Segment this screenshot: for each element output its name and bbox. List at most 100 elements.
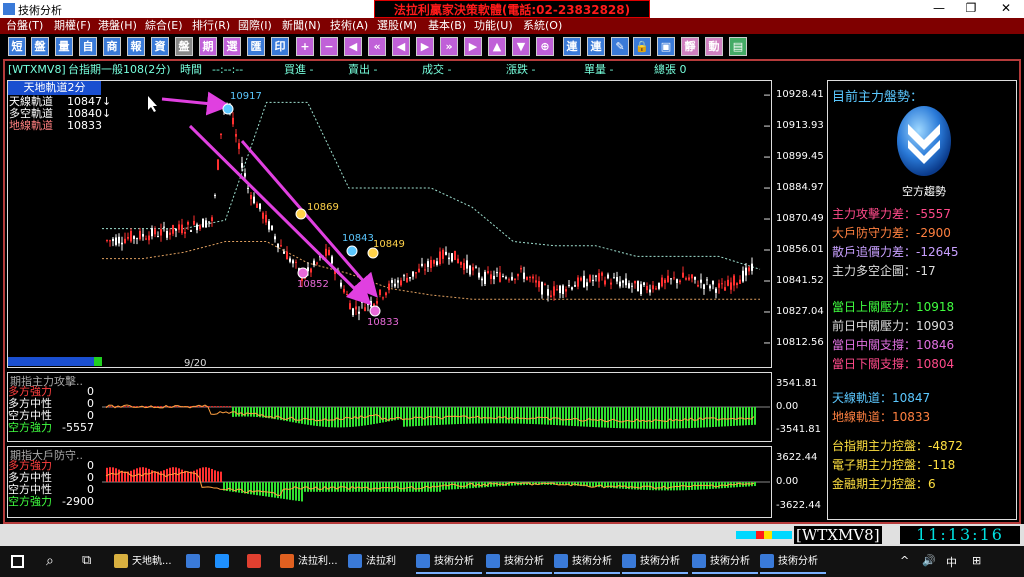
toolbar-button[interactable]: ✎ [611, 37, 629, 56]
toolbar-button[interactable]: 報 [127, 37, 145, 56]
toolbar-button[interactable]: 自 [79, 37, 97, 56]
toolbar-button[interactable]: 資 [151, 37, 169, 56]
tray-icon[interactable]: 🔊 [922, 554, 936, 567]
histogram-bar [325, 407, 327, 427]
taskbar-item[interactable]: 技術分析 [692, 552, 758, 574]
histogram-bar [253, 482, 255, 495]
minimize-button[interactable]: — [925, 1, 953, 15]
menu-item[interactable]: 排行(R) [192, 18, 230, 34]
attack-panel-values: 多方強力 0 多方中性 0 空方中性 0 空方強力 -5557 [8, 386, 100, 434]
histogram-bar [679, 407, 681, 429]
toolbar-button[interactable]: 商 [103, 37, 121, 56]
toolbar-button[interactable]: 靜 [681, 37, 699, 56]
panel-row-name: 空方強力 [8, 495, 52, 508]
tray-icon[interactable]: ^ [900, 554, 909, 567]
annotation-label: 10833 [367, 317, 399, 328]
toolbar-button[interactable]: ▤ [729, 37, 747, 56]
menu-item[interactable]: 國際(I) [238, 18, 272, 34]
taskbar-item[interactable] [247, 552, 273, 574]
toolbar-button[interactable]: − [320, 37, 338, 56]
menu-item[interactable]: 港盤(H) [98, 18, 137, 34]
contract-name: 台指期一般108(2分) [68, 63, 171, 76]
taskbar-item[interactable]: 技術分析 [486, 552, 552, 574]
toolbar-button[interactable]: ▶ [416, 37, 434, 56]
candle-body [718, 283, 720, 288]
time-label: 時間 [180, 63, 202, 76]
toolbar-button[interactable]: 盤 [175, 37, 193, 56]
candle-body [169, 232, 171, 235]
taskbar-item[interactable]: 技術分析 [554, 552, 620, 574]
taskbar-item[interactable]: 天地軌... [114, 552, 178, 574]
candle-body [508, 279, 510, 281]
toolbar-button[interactable]: ▲ [488, 37, 506, 56]
toolbar-button[interactable]: ▶ [464, 37, 482, 56]
candle-body [424, 269, 426, 271]
histogram-bar [280, 482, 282, 499]
menu-item[interactable]: 功能(U) [474, 18, 513, 34]
toolbar-button[interactable]: ▼ [512, 37, 530, 56]
toolbar-button[interactable]: 印 [271, 37, 289, 56]
histogram-bar [217, 471, 219, 482]
price-tick: 10870.49 [776, 213, 824, 225]
toolbar-button[interactable]: 連 [563, 37, 581, 56]
taskbar-item[interactable]: 技術分析 [760, 552, 826, 574]
taskbar-item[interactable]: 技術分析 [416, 552, 482, 574]
toolbar-button[interactable]: « [368, 37, 386, 56]
taskbar-item[interactable] [186, 552, 210, 574]
menu-item[interactable]: 技術(A) [330, 18, 368, 34]
histogram-bar [109, 406, 111, 408]
toolbar-button[interactable]: 短 [8, 37, 26, 56]
candle-body [493, 275, 495, 280]
tray-icon[interactable]: ⊞ [972, 554, 981, 567]
taskbar-item[interactable]: 法拉利... [280, 552, 344, 574]
histogram-bar [508, 407, 510, 424]
indicator-tab[interactable]: 天地軌道2分 [8, 81, 101, 95]
control-group: 台指期主力控盤：-4872 電子期主力控盤：-118 金融期主力控盤：6 [832, 437, 963, 494]
windows-start-icon[interactable] [11, 555, 24, 568]
histogram-bar [700, 407, 702, 428]
toolbar-button[interactable]: ◀ [344, 37, 362, 56]
menu-item[interactable]: 基本(B) [428, 18, 466, 34]
toolbar-button[interactable]: + [296, 37, 314, 56]
candle-body [436, 261, 438, 265]
search-icon[interactable]: ⌕ [46, 553, 54, 569]
candle-body [688, 277, 690, 280]
toolbar-button[interactable]: ⊕ [536, 37, 554, 56]
toolbar-button[interactable]: 選 [223, 37, 241, 56]
toolbar-button[interactable]: ◀ [392, 37, 410, 56]
toolbar-button[interactable]: 連 [587, 37, 605, 56]
taskbar-item[interactable]: 法拉利 [348, 552, 412, 574]
menu-item[interactable]: 綜合(E) [145, 18, 183, 34]
legend-value: 10833 [67, 119, 102, 132]
menu-item[interactable]: 新聞(N) [282, 18, 321, 34]
histogram-bar [418, 407, 420, 426]
task-view-icon[interactable]: ⧉ [82, 553, 91, 568]
toolbar-button[interactable]: » [440, 37, 458, 56]
histogram-bar [727, 407, 729, 427]
tray-icon[interactable]: 中 [946, 554, 957, 570]
toolbar-button[interactable]: 動 [705, 37, 723, 56]
menu-item[interactable]: 系統(O) [523, 18, 562, 34]
histogram-bar [178, 468, 180, 482]
taskbar-item[interactable]: 技術分析 [622, 552, 688, 574]
app-icon [280, 554, 294, 568]
toolbar-button[interactable]: 盤 [31, 37, 49, 56]
menu-item[interactable]: 選股(M) [377, 18, 417, 34]
toolbar-button[interactable]: ▣ [657, 37, 675, 56]
scroll-bar[interactable] [8, 357, 102, 366]
toolbar-button[interactable]: 匯 [247, 37, 265, 56]
toolbar-button[interactable]: 🔒 [633, 37, 651, 56]
toolbar-button[interactable]: 量 [55, 37, 73, 56]
histogram-bar [640, 482, 642, 490]
candle-body [565, 289, 567, 292]
toolbar-button[interactable]: 期 [199, 37, 217, 56]
status-bar: [WTXMV8] 11:13:16 [0, 524, 1024, 546]
menu-item[interactable]: 期權(F) [54, 18, 91, 34]
scroll-thumb[interactable] [94, 357, 102, 366]
restore-button[interactable]: ❐ [957, 1, 985, 15]
taskbar-item[interactable] [215, 552, 241, 574]
annotation-label: 10869 [307, 202, 339, 213]
menu-item[interactable]: 台盤(T) [6, 18, 43, 34]
close-button[interactable]: ✕ [992, 1, 1020, 15]
histogram-bar [292, 407, 294, 423]
